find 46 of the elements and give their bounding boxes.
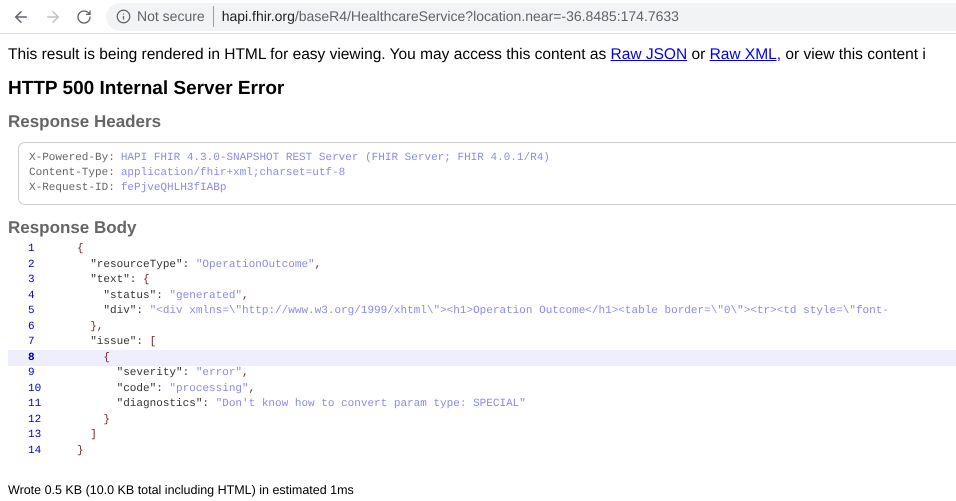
code-text: "diagnostics": "Don't know how to convert param type: SPECIAL" bbox=[116, 397, 526, 412]
header-name: Content-Type: bbox=[29, 166, 115, 182]
line-number: 5 bbox=[27, 304, 36, 320]
line-number: 13 bbox=[27, 428, 42, 444]
code-text: } bbox=[102, 412, 110, 428]
code-text: { bbox=[102, 350, 110, 366]
line-number: 6 bbox=[27, 320, 36, 335]
line-number: 1 bbox=[27, 242, 36, 258]
header-value: HAPI FHIR 4.3.0-SNAPSHOT REST Server (FHIR Server; FHIR 4.0.1/R4) bbox=[120, 151, 550, 166]
info-icon[interactable] bbox=[116, 9, 131, 24]
line-number: 3 bbox=[27, 273, 36, 288]
code-text: "issue": [ bbox=[89, 335, 156, 350]
code-text: "severity": "error", bbox=[116, 366, 249, 382]
line-number: 2 bbox=[27, 258, 36, 273]
url-text: hapi.fhir.org/baseR4/HealthcareService?location.near=-36.8485:174.7633 bbox=[220, 7, 679, 26]
header-value: application/fhir+xml;charset=utf-8 bbox=[120, 166, 346, 182]
code-text: ] bbox=[89, 428, 97, 444]
line-number: 14 bbox=[27, 444, 42, 459]
code-text: "code": "processing", bbox=[116, 382, 256, 397]
security-label: Not secure bbox=[137, 6, 214, 27]
body-heading: Response Body bbox=[8, 217, 138, 240]
line-number: 7 bbox=[27, 335, 36, 350]
code-text: "status": "generated", bbox=[102, 288, 249, 304]
line-number: 4 bbox=[27, 288, 36, 304]
line-number: 10 bbox=[27, 382, 42, 397]
headers-heading: Response Headers bbox=[8, 110, 162, 133]
code-text: { bbox=[76, 242, 84, 258]
intro-text: This result is being rendered in HTML for easy viewing. You may access this content as Raw JSON or Raw XML, or view this content i bbox=[8, 45, 927, 65]
raw-json-link[interactable]: Raw JSON bbox=[610, 46, 688, 63]
code-text: "text": { bbox=[89, 273, 150, 288]
code-text: }, bbox=[89, 320, 104, 335]
header-name: X-Request-ID: bbox=[29, 181, 115, 196]
code-text: "resourceType": "OperationOutcome", bbox=[89, 258, 322, 273]
address-bar[interactable]: Not secure hapi.fhir.org/baseR4/HealthcareService?location.near=-36.8485:174.7633 bbox=[106, 2, 956, 30]
header-value: fePjveQHLH3fIABp bbox=[120, 181, 226, 196]
raw-xml-link[interactable]: Raw XML, bbox=[710, 46, 782, 63]
footer-text: Wrote 0.5 KB (10.0 KB total including HTML) in estimated 1ms bbox=[8, 482, 355, 499]
line-number: 9 bbox=[27, 366, 36, 382]
code-text: "div": "<div xmlns=\"http://www.w3.org/1999/xhtml\"><h1>Operation Outcome</h1><table border=\"0\"><tr><td style=\"font- bbox=[102, 304, 889, 320]
line-number: 12 bbox=[27, 412, 42, 428]
code-text: } bbox=[76, 444, 84, 459]
line-number: 11 bbox=[27, 397, 42, 412]
reload-icon[interactable] bbox=[76, 8, 92, 24]
line-number: 8 bbox=[27, 350, 36, 366]
header-name: X-Powered-By: bbox=[29, 151, 115, 166]
error-title: HTTP 500 Internal Server Error bbox=[8, 77, 286, 102]
